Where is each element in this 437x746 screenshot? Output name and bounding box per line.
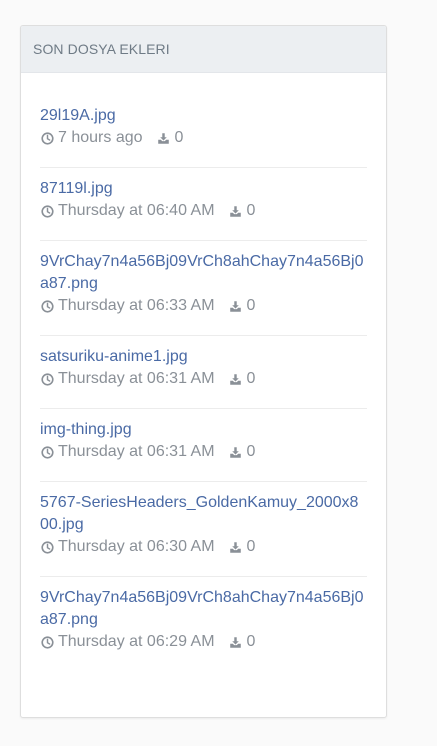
file-meta: Thursday at 06:31 AM 0 [40,441,367,463]
file-meta: Thursday at 06:31 AM 0 [40,368,367,390]
download-icon [229,445,243,459]
download-count: 0 [246,370,256,387]
list-item: satsuriku-anime1.jpg Thursday at 06:31 A… [40,336,367,409]
list-item: 9VrChay7n4a56Bj09VrCh8ahChay7n4a56Bj0a87… [40,241,367,336]
download-count: 0 [246,633,256,650]
download-count: 0 [246,297,256,314]
file-link[interactable]: 29l19A.jpg [40,105,367,127]
download-icon [229,204,243,218]
file-meta: Thursday at 06:33 AM 0 [40,295,367,317]
file-link[interactable]: satsuriku-anime1.jpg [40,346,367,368]
download-icon [229,299,243,313]
list-item: 29l19A.jpg 7 hours ago 0 [40,95,367,168]
clock-icon [40,635,54,649]
clock-icon [40,131,54,145]
download-count: 0 [246,538,256,555]
file-list: 29l19A.jpg 7 hours ago 0 87119l.jpg Thur… [21,73,386,671]
clock-icon [40,372,54,386]
download-count: 0 [174,129,184,146]
file-meta: 7 hours ago 0 [40,127,367,149]
file-meta: Thursday at 06:29 AM 0 [40,631,367,653]
download-count: 0 [246,202,256,219]
clock-icon [40,204,54,218]
recent-files-panel: SON DOSYA EKLERI 29l19A.jpg 7 hours ago … [20,25,387,718]
list-item: 9VrChay7n4a56Bj09VrCh8ahChay7n4a56Bj0a87… [40,577,367,671]
file-link[interactable]: 5767-SeriesHeaders_GoldenKamuy_2000x800.… [40,492,367,536]
file-time: Thursday at 06:33 AM [58,297,215,314]
clock-icon [40,540,54,554]
list-item: 87119l.jpg Thursday at 06:40 AM 0 [40,168,367,241]
download-icon [229,635,243,649]
file-meta: Thursday at 06:30 AM 0 [40,536,367,558]
file-time: Thursday at 06:31 AM [58,443,215,460]
download-icon [229,540,243,554]
file-meta: Thursday at 06:40 AM 0 [40,200,367,222]
download-count: 0 [246,443,256,460]
file-link[interactable]: img-thing.jpg [40,419,367,441]
panel-title: SON DOSYA EKLERI [21,26,386,73]
clock-icon [40,299,54,313]
file-time: Thursday at 06:29 AM [58,633,215,650]
file-time: 7 hours ago [58,129,143,146]
file-link[interactable]: 9VrChay7n4a56Bj09VrCh8ahChay7n4a56Bj0a87… [40,251,367,295]
file-time: Thursday at 06:31 AM [58,370,215,387]
list-item: 5767-SeriesHeaders_GoldenKamuy_2000x800.… [40,482,367,577]
download-icon [157,131,171,145]
file-time: Thursday at 06:30 AM [58,538,215,555]
file-link[interactable]: 9VrChay7n4a56Bj09VrCh8ahChay7n4a56Bj0a87… [40,587,367,631]
list-item: img-thing.jpg Thursday at 06:31 AM 0 [40,409,367,482]
download-icon [229,372,243,386]
file-time: Thursday at 06:40 AM [58,202,215,219]
clock-icon [40,445,54,459]
file-link[interactable]: 87119l.jpg [40,178,367,200]
